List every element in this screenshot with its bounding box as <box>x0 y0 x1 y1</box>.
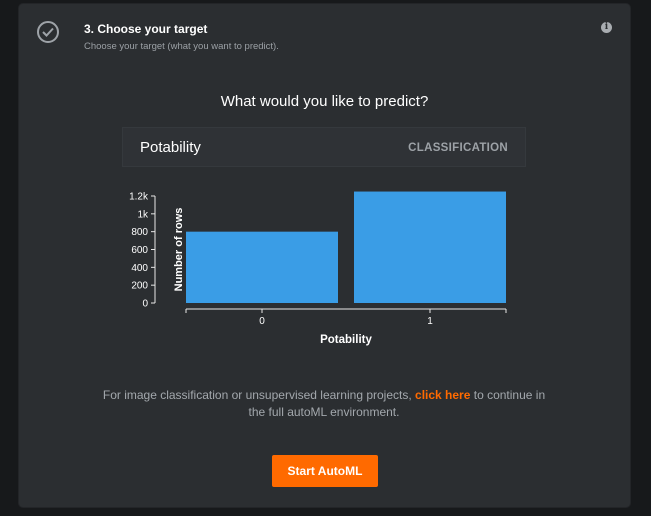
y-tick-label: 0 <box>142 299 148 310</box>
y-tick-label: 1.2k <box>129 192 149 203</box>
target-type-badge: CLASSIFICATION <box>408 142 508 154</box>
x-tick-label: 1 <box>427 316 433 327</box>
step-title: 3. Choose your target <box>84 22 208 36</box>
y-axis-label: Number of rows <box>173 208 185 292</box>
choose-target-panel: 3. Choose your target Choose your target… <box>19 4 630 507</box>
y-tick-label: 400 <box>131 263 148 274</box>
target-selector[interactable]: Potability CLASSIFICATION <box>122 127 526 167</box>
helper-text-before: For image classification or unsupervised… <box>102 388 412 402</box>
x-axis-label: Potability <box>320 334 372 346</box>
helper-text: For image classification or unsupervised… <box>99 387 549 421</box>
bar-1 <box>354 191 506 303</box>
check-circle-icon <box>37 21 59 43</box>
y-tick-label: 200 <box>131 281 148 292</box>
prediction-question: What would you like to predict? <box>220 93 429 110</box>
step-subtitle: Choose your target (what you want to pre… <box>84 41 279 52</box>
click-here-link[interactable]: click here <box>415 388 470 402</box>
y-tick-label: 800 <box>131 227 148 238</box>
target-distribution-chart: 0 200 400 600 800 1k 1.2k Number of rows 0 1 Potab… <box>129 191 507 346</box>
bar-0 <box>186 231 338 303</box>
target-name: Potability <box>140 139 201 156</box>
step-header: 3. Choose your target Choose your target… <box>19 4 630 64</box>
y-tick-label: 600 <box>131 245 148 256</box>
x-tick-label: 0 <box>259 316 265 327</box>
info-icon[interactable]: i <box>601 22 612 33</box>
y-tick-label: 1k <box>137 209 149 220</box>
start-automl-button[interactable]: Start AutoML <box>272 455 378 487</box>
